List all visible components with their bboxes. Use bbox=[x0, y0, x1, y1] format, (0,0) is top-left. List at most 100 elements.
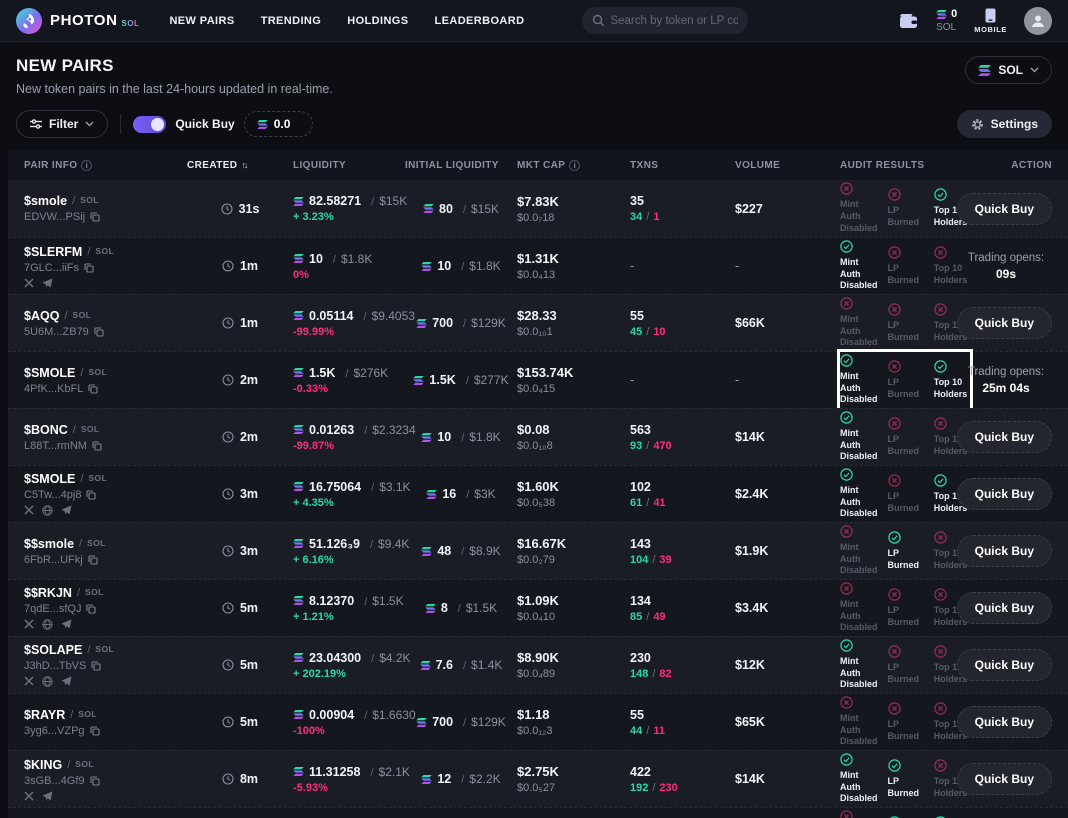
token-symbol[interactable]: $RAYR bbox=[24, 708, 65, 722]
col-txns[interactable]: TXNS bbox=[630, 160, 735, 171]
telegram-icon[interactable] bbox=[42, 791, 53, 801]
telegram-icon[interactable] bbox=[61, 619, 72, 630]
token-symbol[interactable]: $SMOLE bbox=[24, 366, 75, 380]
copy-address-icon[interactable] bbox=[84, 263, 94, 273]
table-row[interactable]: $SLERFM SOL 7GLC...iiFs 1m bbox=[8, 237, 1068, 294]
quick-buy-toggle[interactable] bbox=[133, 116, 166, 133]
table-row[interactable]: $KING SOL 3sGB...4Gf9 8m bbox=[8, 750, 1068, 807]
copy-address-icon[interactable] bbox=[88, 555, 98, 565]
clock-icon bbox=[222, 716, 234, 728]
copy-address-icon[interactable] bbox=[90, 776, 100, 786]
website-icon[interactable] bbox=[42, 676, 53, 687]
token-symbol[interactable]: $AQQ bbox=[24, 309, 59, 323]
table-row[interactable]: $RAYR SOL 3yg6...VZPg 5m bbox=[8, 693, 1068, 750]
telegram-icon[interactable] bbox=[61, 676, 72, 687]
info-icon: i bbox=[569, 160, 580, 171]
check-circle-icon bbox=[840, 411, 878, 424]
page-title: NEW PAIRS bbox=[16, 56, 333, 76]
market-cap: $1.09K bbox=[517, 593, 630, 608]
quick-buy-button[interactable]: Quick Buy bbox=[957, 592, 1052, 624]
col-volume[interactable]: VOLUME bbox=[735, 160, 840, 171]
col-liquidity[interactable]: LIQUIDITY bbox=[293, 160, 405, 171]
liquidity-usd: $1.8K bbox=[341, 252, 372, 266]
col-initial-liquidity[interactable]: INITIAL LIQUIDITY bbox=[405, 160, 517, 171]
quick-buy-button[interactable]: Quick Buy bbox=[957, 478, 1052, 510]
token-symbol[interactable]: $SLERFM bbox=[24, 245, 82, 259]
search-input[interactable] bbox=[582, 7, 748, 34]
twitter-icon[interactable] bbox=[24, 505, 34, 516]
pair-info-cell: $AQQ SOL 5U6M...ZB79 bbox=[24, 295, 187, 351]
table-row[interactable]: $SOLAPE SOL J3hD...TbVS 5m bbox=[8, 636, 1068, 693]
quick-buy-button[interactable]: Quick Buy bbox=[957, 763, 1052, 795]
liquidity-change: -99.99% bbox=[293, 326, 405, 338]
buys-count: 44 bbox=[630, 725, 642, 737]
twitter-icon[interactable] bbox=[24, 619, 34, 630]
token-symbol[interactable]: $$smole bbox=[24, 537, 74, 551]
wallet-icon[interactable] bbox=[898, 12, 919, 30]
col-mkt-cap[interactable]: MKT CAPi bbox=[517, 160, 630, 171]
table-row[interactable]: $$smole SOL 6FbR...UFkj 3m bbox=[8, 522, 1068, 579]
quick-buy-button[interactable]: Quick Buy bbox=[957, 193, 1052, 225]
copy-address-icon[interactable] bbox=[90, 726, 100, 736]
audit-label: Mint AuthDisabled bbox=[840, 485, 878, 520]
telegram-icon[interactable] bbox=[42, 278, 53, 288]
nav-item-trending[interactable]: TRENDING bbox=[261, 15, 322, 27]
table-row[interactable]: $SMOLE SOL C5Tw...4pj8 3m bbox=[8, 465, 1068, 522]
copy-address-icon[interactable] bbox=[86, 490, 96, 500]
nav-item-holdings[interactable]: HOLDINGS bbox=[347, 15, 408, 27]
copy-address-icon[interactable] bbox=[88, 384, 98, 394]
website-icon[interactable] bbox=[42, 505, 53, 516]
brand[interactable]: PHOTON SOL bbox=[16, 8, 139, 34]
table-row[interactable]: $smole SOL EDVW...PSij 31s bbox=[8, 180, 1068, 237]
token-symbol[interactable]: $KING bbox=[24, 758, 62, 772]
x-circle-icon bbox=[840, 182, 878, 195]
twitter-icon[interactable] bbox=[24, 278, 34, 288]
table-row[interactable]: $SMOLE SOL 4PfK...KbFL 2m bbox=[8, 351, 1068, 408]
quote-token: SOL bbox=[88, 473, 107, 483]
created-cell: 5m bbox=[187, 580, 293, 636]
created-time: 8m bbox=[240, 772, 258, 786]
audit-label: LPBurned bbox=[888, 605, 924, 628]
twitter-icon[interactable] bbox=[24, 676, 34, 687]
filter-button[interactable]: Filter bbox=[16, 110, 108, 138]
token-symbol[interactable]: $BONC bbox=[24, 423, 68, 437]
quick-buy-button[interactable]: Quick Buy bbox=[957, 421, 1052, 453]
clock-icon bbox=[222, 317, 234, 329]
copy-address-icon[interactable] bbox=[91, 661, 101, 671]
currency-selector[interactable]: SOL bbox=[965, 56, 1052, 84]
token-symbol[interactable]: $$RKJN bbox=[24, 586, 72, 600]
copy-address-icon[interactable] bbox=[94, 327, 104, 337]
sells-count: 41 bbox=[653, 497, 665, 509]
token-symbol[interactable]: $SMOLE bbox=[24, 472, 75, 486]
initial-liquidity-usd: $1.5K bbox=[466, 601, 497, 615]
copy-address-icon[interactable] bbox=[90, 212, 100, 222]
website-icon[interactable] bbox=[42, 619, 53, 630]
quick-buy-button[interactable]: Quick Buy bbox=[957, 706, 1052, 738]
quick-buy-button[interactable]: Quick Buy bbox=[957, 535, 1052, 567]
user-avatar[interactable] bbox=[1024, 7, 1052, 35]
copy-address-icon[interactable] bbox=[86, 604, 96, 614]
token-symbol[interactable]: $smole bbox=[24, 194, 67, 208]
nav-item-new-pairs[interactable]: NEW PAIRS bbox=[169, 15, 234, 27]
quick-buy-button[interactable]: Quick Buy bbox=[957, 649, 1052, 681]
wallet-balance[interactable]: 0 SOL bbox=[936, 8, 957, 32]
mobile-app-button[interactable]: MOBILE bbox=[974, 8, 1007, 34]
table-row[interactable]: $$RKJN SOL 7qdE...sfQJ 5m bbox=[8, 579, 1068, 636]
col-pair-info[interactable]: PAIR INFOi bbox=[24, 160, 187, 171]
copy-address-icon[interactable] bbox=[92, 441, 102, 451]
table-row[interactable]: $BONC SOL L88T...rmNM 2m bbox=[8, 408, 1068, 465]
token-address: 4PfK...KbFL bbox=[24, 383, 83, 395]
table-row[interactable]: $AQQ SOL 5U6M...ZB79 1m bbox=[8, 294, 1068, 351]
liquidity-sol: 0.01263 bbox=[309, 423, 354, 437]
audit-label: LPBurned bbox=[888, 548, 924, 571]
col-action: ACTION bbox=[970, 160, 1068, 171]
nav-item-leaderboard[interactable]: LEADERBOARD bbox=[435, 15, 525, 27]
telegram-icon[interactable] bbox=[61, 505, 72, 516]
col-created[interactable]: CREATED↑↓ bbox=[187, 160, 293, 171]
table-row[interactable]: $Slerf AI SOL bbox=[8, 807, 1068, 818]
token-symbol[interactable]: $SOLAPE bbox=[24, 643, 82, 657]
twitter-icon[interactable] bbox=[24, 791, 34, 801]
settings-button[interactable]: Settings bbox=[957, 110, 1052, 138]
quick-buy-button[interactable]: Quick Buy bbox=[957, 307, 1052, 339]
quick-buy-amount-input[interactable] bbox=[274, 117, 300, 131]
